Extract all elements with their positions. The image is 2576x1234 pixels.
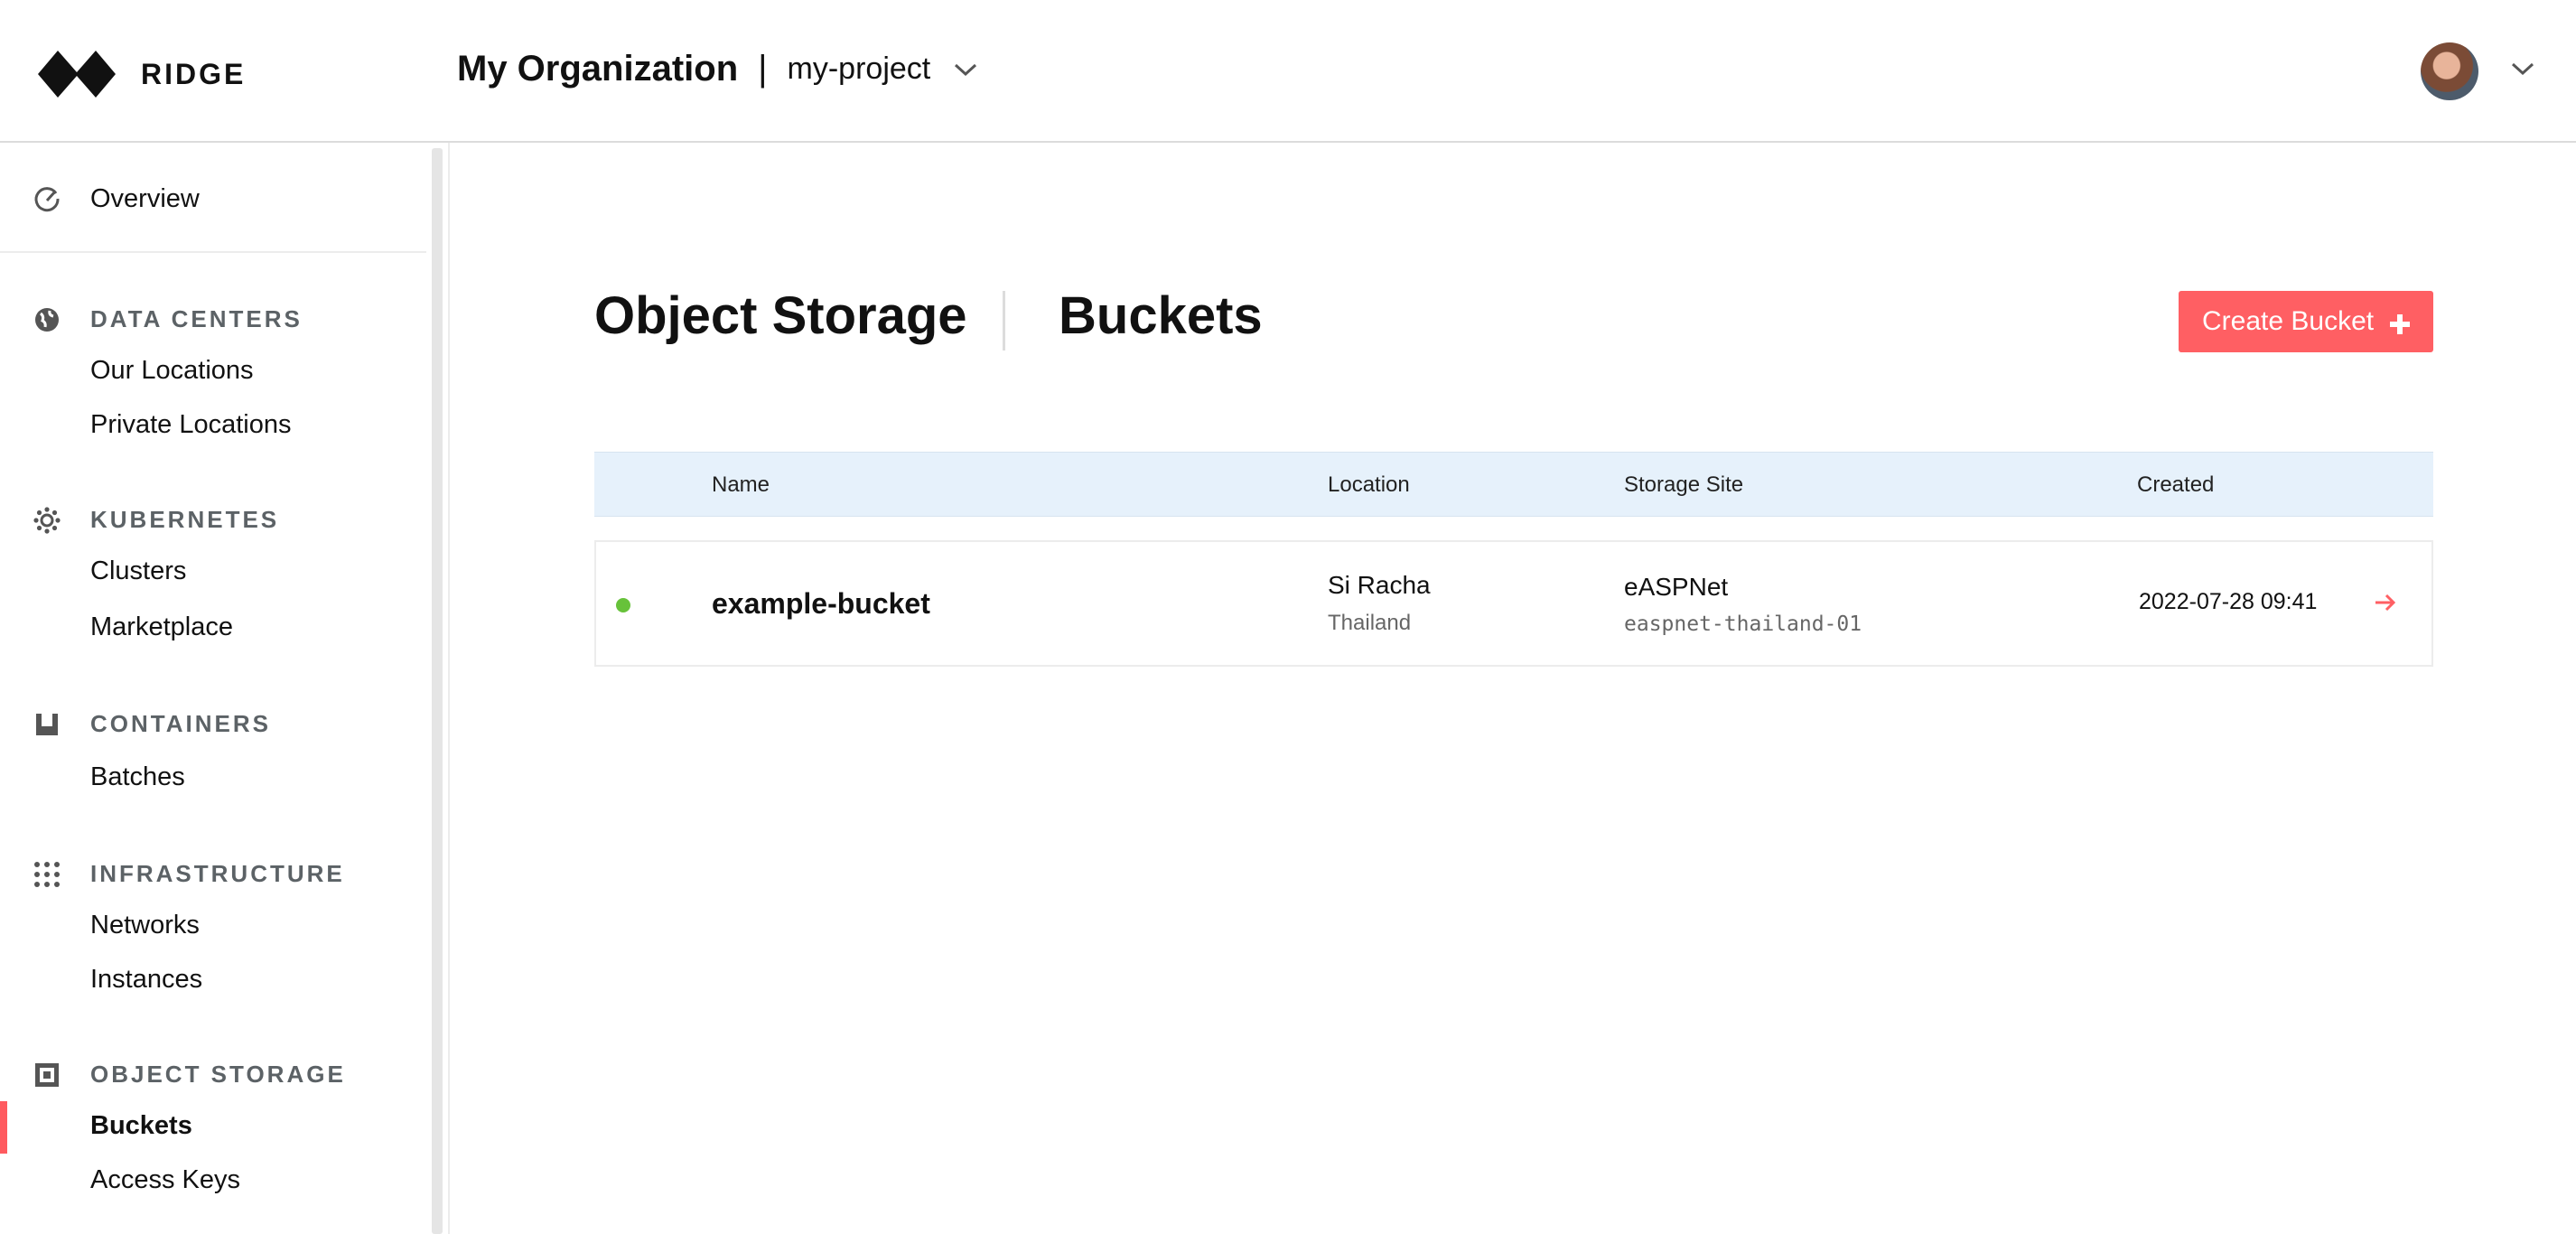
sidebar-item-label: Our Locations bbox=[90, 356, 254, 385]
sidebar-section-data-centers: DATA CENTERS bbox=[0, 300, 426, 336]
sidebar-item-instances[interactable]: Instances bbox=[0, 958, 426, 1003]
avatar[interactable] bbox=[2421, 42, 2478, 100]
column-header-created[interactable]: Created bbox=[2137, 472, 2214, 498]
sidebar-section-title: KUBERNETES bbox=[90, 506, 280, 533]
table-row[interactable]: example-bucket Si Racha Thailand eASPNet… bbox=[594, 540, 2433, 667]
sidebar-item-networks[interactable]: Networks bbox=[0, 903, 426, 949]
kubernetes-icon bbox=[33, 506, 61, 539]
sidebar-section-object-storage: OBJECT STORAGE bbox=[0, 1055, 426, 1091]
plus-icon bbox=[2390, 311, 2410, 341]
sidebar-item-label: Networks bbox=[90, 911, 200, 940]
sidebar-item-private-locations[interactable]: Private Locations bbox=[0, 403, 426, 448]
table-header: Name Location Storage Site Created bbox=[594, 452, 2433, 517]
arrow-right-icon[interactable] bbox=[2374, 591, 2397, 619]
sidebar-item-label: Batches bbox=[90, 762, 185, 791]
organization-name[interactable]: My Organization bbox=[457, 49, 738, 89]
sidebar-section-title: OBJECT STORAGE bbox=[90, 1061, 346, 1088]
org-separator: | bbox=[758, 49, 768, 89]
sidebar-item-batches[interactable]: Batches bbox=[0, 755, 426, 800]
container-icon bbox=[33, 710, 61, 743]
globe-icon bbox=[33, 305, 61, 339]
column-header-location[interactable]: Location bbox=[1328, 472, 1410, 498]
storage-site-name: eASPNet bbox=[1624, 573, 1729, 601]
storage-icon bbox=[33, 1061, 61, 1094]
sidebar-section-title: CONTAINERS bbox=[90, 710, 271, 737]
sidebar-item-label: Instances bbox=[90, 965, 203, 994]
sidebar-item-marketplace[interactable]: Marketplace bbox=[0, 605, 426, 650]
sidebar-item-label: Private Locations bbox=[90, 410, 292, 439]
sidebar-item-clusters[interactable]: Clusters bbox=[0, 549, 426, 594]
sidebar-item-buckets[interactable]: Buckets bbox=[0, 1104, 426, 1149]
sidebar-section-title: INFRASTRUCTURE bbox=[90, 860, 345, 887]
sidebar-item-overview[interactable]: Overview bbox=[0, 164, 426, 233]
sidebar-section-kubernetes: KUBERNETES bbox=[0, 500, 426, 537]
sidebar-item-label: Clusters bbox=[90, 556, 187, 585]
sidebar-item-our-locations[interactable]: Our Locations bbox=[0, 349, 426, 394]
location-country: Thailand bbox=[1328, 611, 1412, 635]
storage-site-id: easpnet-thailand-01 bbox=[1624, 612, 1862, 636]
sidebar-divider bbox=[0, 251, 426, 253]
sidebar-border bbox=[448, 143, 450, 1234]
bucket-name: example-bucket bbox=[712, 587, 930, 620]
top-header: RIDGE My Organization | my-project bbox=[0, 0, 2576, 143]
brand-name: RIDGE bbox=[141, 57, 247, 90]
speedometer-icon bbox=[33, 184, 61, 218]
org-project-switcher: My Organization | my-project bbox=[457, 49, 977, 89]
chevron-down-icon[interactable] bbox=[2511, 61, 2534, 80]
sidebar-item-label: Marketplace bbox=[90, 612, 233, 641]
sidebar-item-label: Buckets bbox=[90, 1111, 192, 1140]
sidebar-item-label: Access Keys bbox=[90, 1165, 240, 1194]
create-bucket-label: Create Bucket bbox=[2202, 306, 2375, 336]
ridge-logo-icon bbox=[38, 51, 116, 98]
created-date: 2022-07-28 09:41 bbox=[2139, 589, 2318, 614]
page-title: Object Storage bbox=[594, 286, 967, 345]
sidebar-section-containers: CONTAINERS bbox=[0, 705, 426, 741]
sidebar-scrollbar[interactable] bbox=[432, 148, 443, 1234]
create-bucket-button[interactable]: Create Bucket bbox=[2179, 291, 2433, 352]
sidebar-item-label: Overview bbox=[90, 183, 200, 213]
title-separator bbox=[1003, 291, 1005, 351]
grid-dots-icon bbox=[33, 860, 61, 893]
project-name[interactable]: my-project bbox=[788, 51, 931, 87]
sidebar-item-access-keys[interactable]: Access Keys bbox=[0, 1158, 426, 1203]
status-indicator bbox=[616, 598, 630, 612]
page-subtitle: Buckets bbox=[1059, 286, 1263, 345]
chevron-down-icon[interactable] bbox=[954, 62, 977, 77]
sidebar-section-infrastructure: INFRASTRUCTURE bbox=[0, 855, 426, 891]
location-city: Si Racha bbox=[1328, 571, 1431, 599]
brand-logo[interactable]: RIDGE bbox=[38, 45, 246, 103]
column-header-name[interactable]: Name bbox=[712, 472, 770, 498]
column-header-storage-site[interactable]: Storage Site bbox=[1624, 472, 1743, 498]
sidebar-section-title: DATA CENTERS bbox=[90, 305, 303, 332]
